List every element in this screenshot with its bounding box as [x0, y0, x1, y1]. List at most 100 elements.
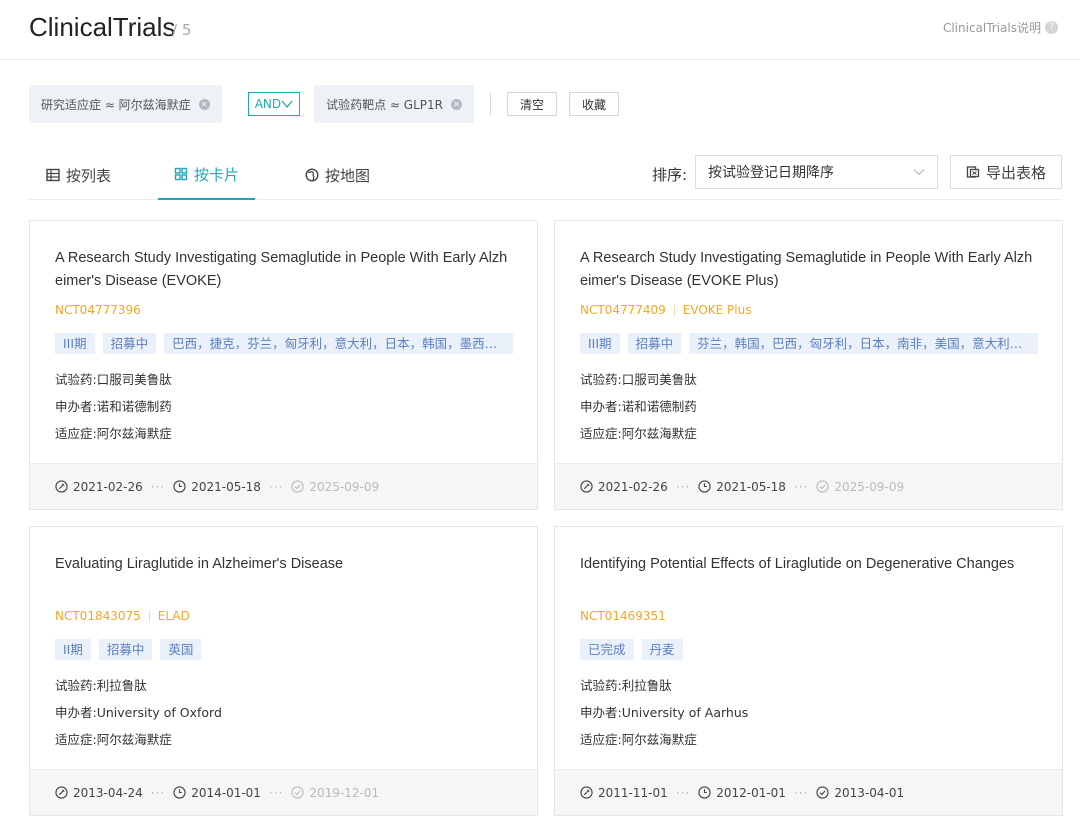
- status-tag: III期: [580, 333, 620, 354]
- export-icon: [966, 166, 980, 178]
- tab-card-view[interactable]: 按卡片: [158, 150, 255, 200]
- trial-title[interactable]: A Research Study Investigating Semagluti…: [55, 247, 515, 293]
- trial-ids: NCT01843075 ELAD: [55, 609, 190, 623]
- trial-title[interactable]: Identifying Potential Effects of Liraglu…: [580, 553, 1040, 576]
- help-link[interactable]: ClinicalTrials说明 ?: [943, 19, 1058, 36]
- info-label: 申办者:: [55, 705, 97, 720]
- info-label: 适应症:: [580, 426, 622, 441]
- status-tag: 招募中: [627, 333, 682, 354]
- divider: [148, 610, 150, 622]
- globe-icon: [305, 168, 319, 182]
- clock-icon: [698, 480, 711, 493]
- registration-date: 2011-11-01: [580, 786, 668, 800]
- trial-acronym: ELAD: [157, 609, 190, 623]
- info-label: 试验药:: [580, 678, 622, 693]
- divider: [490, 93, 492, 115]
- date-value: 2011-11-01: [598, 785, 668, 800]
- trial-title[interactable]: A Research Study Investigating Semagluti…: [580, 247, 1040, 293]
- date-value: 2013-04-24: [73, 785, 143, 800]
- date-value: 2025-09-09: [309, 479, 380, 494]
- clock-icon: [173, 786, 186, 799]
- trial-ids: NCT04777396: [55, 303, 141, 317]
- filter-chip-label: 试验药靶点 ≈ GLP1R: [326, 97, 444, 112]
- indication-value: 阿尔兹海默症: [96, 426, 172, 441]
- nct-id[interactable]: NCT01469351: [580, 609, 666, 623]
- pencil-circle-icon: [580, 786, 593, 799]
- clock-icon: [698, 786, 711, 799]
- info-label: 试验药:: [55, 372, 97, 387]
- divider: [673, 304, 675, 316]
- page-header: ClinicalTrials / 5 ClinicalTrials说明 ?: [0, 0, 1080, 60]
- start-date: 2021-05-18: [698, 480, 786, 494]
- trial-info: 试验药:口服司美鲁肽 申办者:诺和诺德制药 适应症:阿尔兹海默症: [580, 366, 697, 447]
- date-value: 2025-09-09: [834, 479, 905, 494]
- trial-card[interactable]: A Research Study Investigating Semagluti…: [554, 220, 1063, 510]
- clear-button[interactable]: 清空: [507, 92, 558, 116]
- trial-acronym: EVOKE Plus: [682, 303, 752, 317]
- trial-info: 试验药:利拉鲁肽 申办者:University of Aarhus 适应症:阿尔…: [580, 672, 748, 753]
- registration-date: 2021-02-26: [580, 480, 668, 494]
- dots: ···: [150, 479, 166, 494]
- sponsor-value: 诺和诺德制药: [621, 399, 697, 414]
- info-indication: 适应症:阿尔兹海默症: [580, 420, 697, 447]
- question-icon: ?: [1045, 21, 1058, 34]
- trial-info: 试验药:利拉鲁肽 申办者:University of Oxford 适应症:阿尔…: [55, 672, 222, 753]
- trial-info: 试验药:口服司美鲁肽 申办者:诺和诺德制药 适应症:阿尔兹海默症: [55, 366, 172, 447]
- tag-row: III期 招募中 巴西，捷克，芬兰，匈牙利，意大利，日本，韩国，墨西哥...: [55, 333, 513, 354]
- result-count: / 5: [172, 21, 192, 39]
- trial-card[interactable]: Identifying Potential Effects of Liraglu…: [554, 526, 1063, 816]
- card-footer: 2021-02-26 ··· 2021-05-18 ··· 2025-09-09: [30, 463, 537, 509]
- filter-bar: 研究适应症 ≈ 阿尔兹海默症 ✕ AND 试验药靶点 ≈ GLP1R ✕ 清空 …: [29, 85, 631, 123]
- info-label: 申办者:: [580, 705, 622, 720]
- table-icon: [46, 168, 60, 182]
- sponsor-value: University of Aarhus: [621, 705, 749, 720]
- pencil-circle-icon: [580, 480, 593, 493]
- filter-chip-label: 研究适应症 ≈ 阿尔兹海默症: [41, 97, 191, 112]
- date-value: 2021-05-18: [191, 479, 261, 494]
- check-circle-icon: [291, 480, 305, 493]
- completion-date: 2019-12-01: [291, 786, 379, 800]
- drug-value: 口服司美鲁肽: [621, 372, 697, 387]
- close-icon[interactable]: ✕: [451, 98, 463, 110]
- date-value: 2019-12-01: [309, 785, 380, 800]
- nct-id[interactable]: NCT01843075: [55, 609, 141, 623]
- check-circle-icon: [816, 480, 830, 493]
- tab-label: 按卡片: [193, 165, 239, 184]
- tab-label: 按列表: [66, 166, 112, 185]
- save-button[interactable]: 收藏: [569, 92, 620, 116]
- completion-date: 2025-09-09: [291, 480, 379, 494]
- sort-label: 排序:: [652, 166, 688, 184]
- trial-title[interactable]: Evaluating Liraglutide in Alzheimer's Di…: [55, 553, 515, 576]
- start-date: 2012-01-01: [698, 786, 786, 800]
- close-icon[interactable]: ✕: [198, 98, 210, 110]
- status-tag: 招募中: [98, 639, 153, 660]
- trial-card[interactable]: A Research Study Investigating Semagluti…: [29, 220, 538, 510]
- filter-chip-indication[interactable]: 研究适应症 ≈ 阿尔兹海默症 ✕: [29, 85, 222, 123]
- trial-card[interactable]: Evaluating Liraglutide in Alzheimer's Di…: [29, 526, 538, 816]
- tab-list-view[interactable]: 按列表: [46, 150, 111, 200]
- chevron-down-icon: [913, 169, 925, 176]
- dots: ···: [675, 479, 691, 494]
- info-label: 试验药:: [55, 678, 97, 693]
- status-tag: II期: [55, 639, 91, 660]
- tag-row: III期 招募中 芬兰，韩国，巴西，匈牙利，日本，南非，美国，意大利，...: [580, 333, 1038, 354]
- info-sponsor: 申办者:University of Oxford: [55, 699, 222, 726]
- nct-id[interactable]: NCT04777396: [55, 303, 141, 317]
- card-footer: 2011-11-01 ··· 2012-01-01 ··· 2013-04-01: [555, 769, 1062, 815]
- filter-chip-target[interactable]: 试验药靶点 ≈ GLP1R ✕: [314, 85, 475, 123]
- indication-value: 阿尔兹海默症: [96, 732, 172, 747]
- nct-id[interactable]: NCT04777409: [580, 303, 666, 317]
- card-footer: 2021-02-26 ··· 2021-05-18 ··· 2025-09-09: [555, 463, 1062, 509]
- dots: ···: [150, 785, 166, 800]
- operator-dropdown[interactable]: AND: [247, 92, 301, 116]
- info-label: 申办者:: [580, 399, 622, 414]
- tab-map-view[interactable]: 按地图: [305, 150, 370, 200]
- dots: ···: [793, 479, 809, 494]
- export-button[interactable]: 导出表格: [950, 155, 1062, 189]
- sort-select[interactable]: 按试验登记日期降序: [695, 155, 938, 189]
- registration-date: 2021-02-26: [55, 480, 143, 494]
- sponsor-value: University of Oxford: [96, 705, 222, 720]
- tag-row: 已完成 丹麦: [580, 639, 683, 660]
- sort-value: 按试验登记日期降序: [708, 165, 834, 181]
- drug-value: 利拉鲁肽: [621, 678, 672, 693]
